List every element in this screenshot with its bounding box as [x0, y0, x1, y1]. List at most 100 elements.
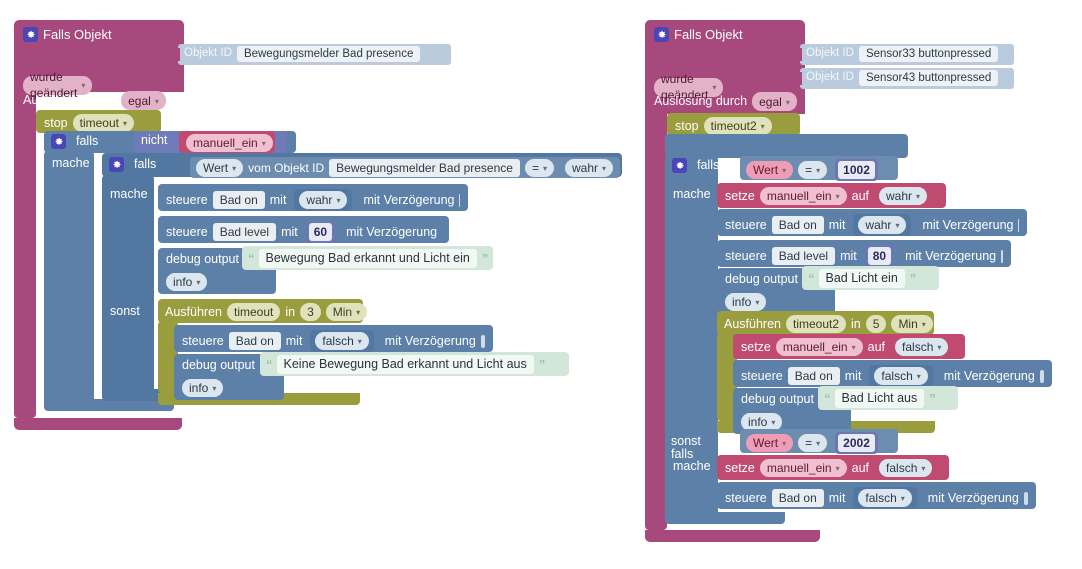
delay-checkbox-left-0[interactable] — [459, 193, 460, 207]
chevron-down-icon[interactable]: ▾ — [937, 340, 941, 356]
blockly-workspace[interactable]: Falls Objekt Objekt ID Bewegungsmelder B… — [0, 0, 1082, 569]
set-variable-name-right-2: manuell_ein — [766, 461, 832, 475]
set-variable-right-0[interactable]: setze manuell_ein ▾ auf wahr ▾ — [717, 183, 946, 208]
object-id-plate-right-1[interactable]: Objekt ID Sensor43 buttonpressed — [800, 68, 1014, 89]
delay-checkbox-right-0[interactable] — [1018, 218, 1019, 232]
debug-level-right-1: info — [748, 414, 768, 429]
set-variable-right-2[interactable]: setze manuell_ein ▾ auf falsch ▾ — [717, 455, 949, 480]
chevron-down-icon[interactable]: ▾ — [922, 317, 926, 333]
chevron-down-icon[interactable]: ▾ — [916, 189, 920, 205]
chevron-down-icon[interactable]: ▾ — [262, 136, 266, 152]
event-block-right-spine — [645, 110, 667, 530]
control-bad-on-right[interactable]: steuere Bad on mit wahr ▾ mit Verzögerung — [717, 209, 1027, 236]
chevron-down-icon[interactable]: ▾ — [921, 461, 925, 477]
control-bad-on-left-else[interactable]: steuere Bad on mit falsch ▾ mit Verzögeru… — [174, 325, 493, 352]
control-target-right-1[interactable]: Bad level — [771, 247, 836, 265]
control-value-left-1[interactable]: 60 — [314, 224, 327, 240]
timeout-right-timer[interactable]: timeout2 — [785, 315, 847, 333]
delay-checkbox-right-2[interactable] — [1039, 369, 1044, 383]
object-id-value-right-1[interactable]: Sensor43 buttonpressed — [858, 70, 999, 86]
variable-manuell-ein-left[interactable]: manuell_ein ▾ — [179, 131, 275, 153]
chevron-down-icon[interactable]: ▾ — [917, 369, 921, 385]
object-id-socket-left — [172, 48, 180, 61]
debug-text-left-value[interactable]: Bewegung Bad erkannt und Licht ein — [258, 249, 477, 268]
object-id-plate-right-0[interactable]: Objekt ID Sensor33 buttonpressed — [800, 44, 1014, 65]
chevron-down-icon[interactable]: ▾ — [336, 193, 340, 209]
control-target-left-else-0[interactable]: Bad on — [228, 332, 281, 350]
delay-checkbox-right-3[interactable] — [1023, 491, 1028, 505]
control-with-right-0: mit — [828, 217, 846, 232]
control-target-right-3[interactable]: Bad on — [771, 489, 824, 507]
chevron-down-icon[interactable]: ▾ — [123, 116, 127, 132]
debug-text-left[interactable]: “ Bewegung Bad erkannt und Licht ein ” — [242, 246, 493, 270]
chevron-down-icon[interactable]: ▾ — [782, 163, 786, 179]
chevron-down-icon[interactable]: ▾ — [901, 491, 905, 507]
chevron-down-icon[interactable]: ▾ — [358, 334, 362, 350]
control-target-right-2[interactable]: Bad on — [787, 367, 840, 385]
trigger-by-left[interactable]: Auslösung durch egal ▾ — [23, 91, 166, 110]
gear-icon[interactable] — [23, 27, 38, 42]
gear-icon[interactable] — [109, 157, 124, 172]
control-verb-left-1: steuere — [166, 224, 208, 239]
if-inner-left-spine — [102, 175, 154, 393]
object-id-value-right-0[interactable]: Sensor33 buttonpressed — [858, 46, 999, 62]
control-value-right-1[interactable]: 80 — [873, 248, 886, 264]
chevron-down-icon[interactable]: ▾ — [786, 95, 790, 111]
chevron-down-icon[interactable]: ▾ — [816, 436, 820, 452]
condition-value-right-1[interactable]: 2002 — [843, 435, 870, 451]
if-block-right[interactable] — [665, 134, 908, 158]
timeout-right-amount[interactable]: 5 — [865, 315, 887, 333]
chevron-down-icon[interactable]: ▾ — [602, 161, 606, 177]
stop-timeout-left[interactable]: stop timeout ▾ — [36, 110, 161, 133]
comparison-right-2002[interactable]: Wert ▾ = ▾ 2002 — [740, 429, 898, 454]
chevron-down-icon[interactable]: ▾ — [852, 340, 856, 356]
control-target-left-1[interactable]: Bad level — [212, 223, 277, 241]
delay-checkbox-left-else-0[interactable] — [480, 334, 485, 348]
gear-icon[interactable] — [672, 158, 687, 173]
debug-text-left-else[interactable]: “ Keine Bewegung Bad erkannt und Licht a… — [260, 352, 569, 376]
set-variable-right-1[interactable]: setze manuell_ein ▾ auf falsch ▾ — [733, 334, 965, 359]
debug-text-right-1[interactable]: “ Bad Licht aus ” — [818, 386, 958, 410]
control-bad-level-right[interactable]: steuere Bad level mit 80 mit Verzögerung — [717, 240, 1011, 267]
object-id-plate-left[interactable]: Objekt ID Bewegungsmelder Bad presence — [178, 44, 451, 65]
timeout-left-amount[interactable]: 3 — [300, 303, 321, 321]
chevron-down-icon[interactable]: ▾ — [755, 295, 759, 311]
gear-icon[interactable] — [51, 134, 66, 149]
debug-text-right-1-value[interactable]: Bad Licht aus — [834, 389, 925, 408]
stop-timeout-right[interactable]: stop timeout2 ▾ — [667, 113, 800, 136]
debug-text-right-0-value[interactable]: Bad Licht ein — [818, 269, 905, 288]
gear-icon[interactable] — [654, 27, 669, 42]
control-bad-on-right-elseif[interactable]: steuere Bad on mit falsch ▾ mit Verzögeru… — [717, 482, 1036, 509]
chevron-down-icon[interactable]: ▾ — [761, 119, 765, 135]
chevron-down-icon[interactable]: ▾ — [155, 94, 159, 110]
chevron-down-icon[interactable]: ▾ — [212, 381, 216, 397]
getter-objectid-left[interactable]: Bewegungsmelder Bad presence — [329, 159, 520, 177]
debug-text-right-0[interactable]: “ Bad Licht ein ” — [802, 266, 939, 290]
object-id-value-left-0[interactable]: Bewegungsmelder Bad presence — [236, 46, 421, 62]
control-target-left-0[interactable]: Bad on — [212, 191, 265, 209]
chevron-down-icon[interactable]: ▾ — [782, 436, 786, 452]
chevron-down-icon[interactable]: ▾ — [196, 275, 200, 291]
chevron-down-icon[interactable]: ▾ — [895, 218, 899, 234]
delay-checkbox-right-1[interactable] — [1001, 249, 1003, 263]
comparison-right-1002[interactable]: Wert ▾ = ▾ 1002 — [740, 156, 898, 181]
trigger-by-right[interactable]: Auslösung durch egal ▾ — [654, 92, 797, 111]
control-bad-on-left[interactable]: steuere Bad on mit wahr ▾ mit Verzögerung — [158, 184, 468, 211]
control-verb-left-0: steuere — [166, 192, 208, 207]
control-bad-level-left[interactable]: steuere Bad level mit 60 mit Verzögerung — [158, 216, 449, 243]
chevron-down-icon[interactable]: ▾ — [356, 305, 360, 321]
chevron-down-icon[interactable]: ▾ — [816, 163, 820, 179]
control-target-right-0[interactable]: Bad on — [771, 216, 824, 234]
debug-text-left-else-value[interactable]: Keine Bewegung Bad erkannt und Licht aus — [276, 355, 534, 374]
chevron-down-icon[interactable]: ▾ — [232, 161, 236, 177]
chevron-down-icon[interactable]: ▾ — [836, 461, 840, 477]
set-label-right-0: setze — [725, 188, 755, 203]
timeout-left-timer[interactable]: timeout — [226, 303, 281, 321]
control-bad-on-right-timeout[interactable]: steuere Bad on mit falsch ▾ mit Verzögeru… — [733, 360, 1052, 387]
chevron-down-icon[interactable]: ▾ — [836, 189, 840, 205]
chevron-down-icon[interactable]: ▾ — [543, 161, 547, 177]
getter-condition-left[interactable]: Wert ▾ vom Objekt ID Bewegungsmelder Bad … — [190, 157, 620, 178]
set-to-label-right-2: auf — [851, 460, 870, 475]
timeout-left-label: Ausführen — [165, 304, 222, 319]
condition-value-right-0[interactable]: 1002 — [843, 162, 870, 178]
